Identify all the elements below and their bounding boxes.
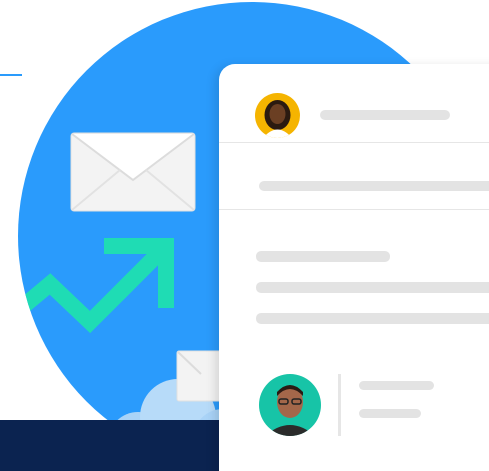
- envelope-icon: [70, 132, 196, 212]
- vertical-separator: [338, 374, 341, 436]
- text-line-placeholder: [256, 251, 390, 262]
- subject-placeholder: [259, 181, 489, 191]
- reply-placeholder: [359, 381, 434, 390]
- reply-placeholder: [359, 409, 421, 418]
- trend-arrow-icon: [18, 238, 174, 334]
- text-line-placeholder: [256, 313, 489, 324]
- message-card: [219, 64, 489, 471]
- avatar-woman: [255, 93, 300, 138]
- accent-line: [0, 74, 22, 76]
- name-placeholder: [320, 110, 450, 120]
- divider: [219, 142, 489, 143]
- hero-illustration: [0, 0, 489, 471]
- text-line-placeholder: [256, 282, 489, 293]
- divider: [219, 209, 489, 210]
- avatar-man: [259, 374, 321, 436]
